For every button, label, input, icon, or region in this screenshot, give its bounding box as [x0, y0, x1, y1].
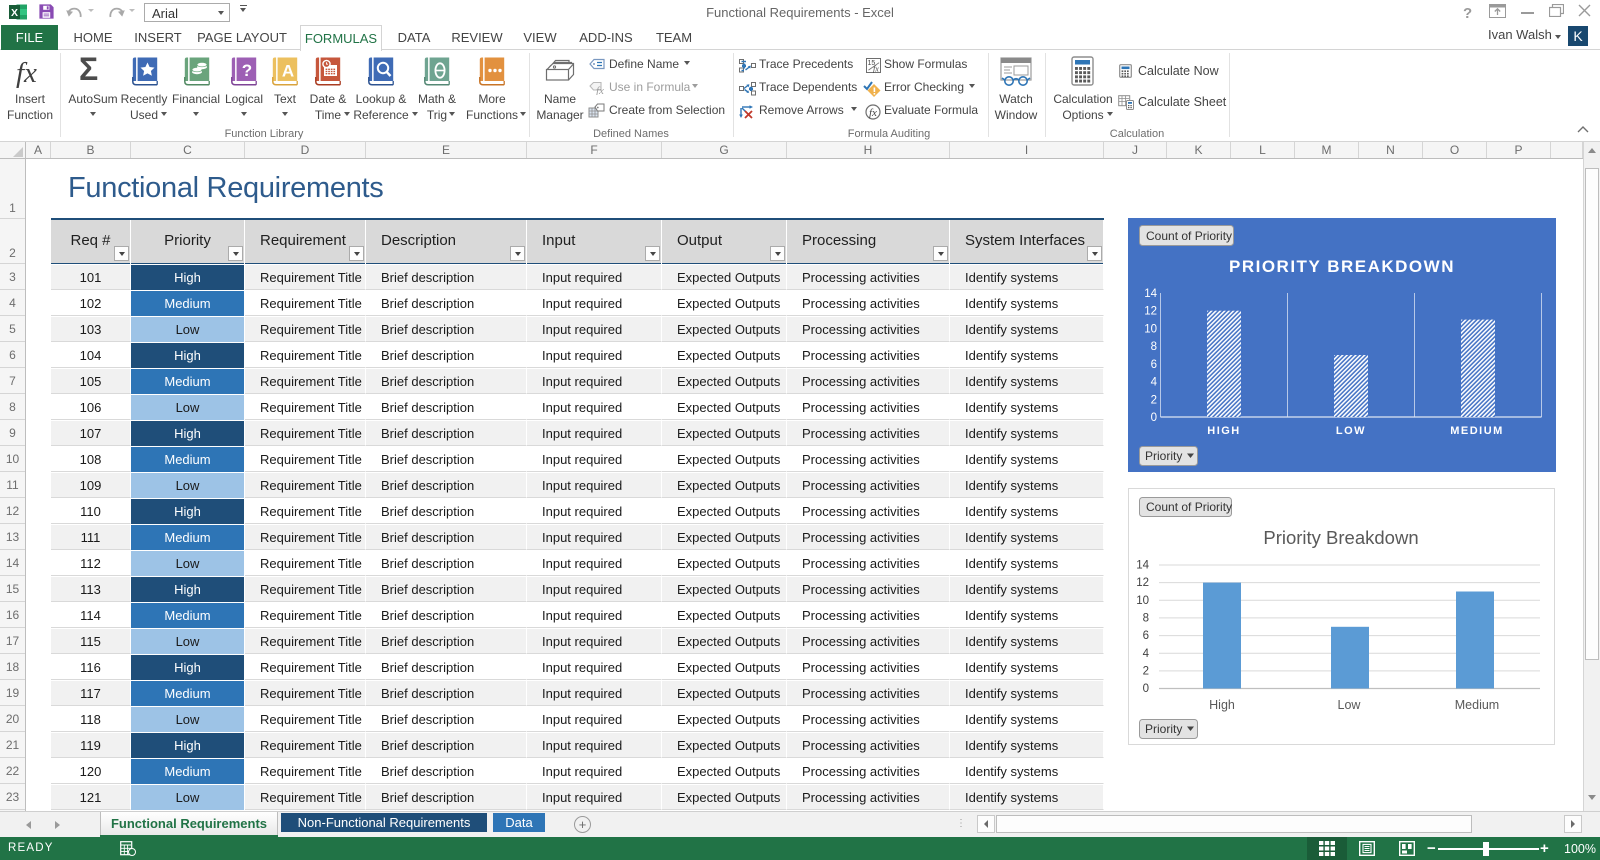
svg-text:LOW: LOW	[1336, 425, 1366, 437]
svg-text:Low: Low	[1338, 698, 1362, 712]
svg-text:8: 8	[1143, 613, 1149, 625]
svg-text:fx: fx	[596, 85, 604, 95]
svg-text:12: 12	[1144, 306, 1157, 318]
svg-text:?: ?	[242, 61, 252, 80]
svg-text:Priority Breakdown: Priority Breakdown	[1263, 527, 1418, 548]
svg-text:HIGH: HIGH	[1207, 425, 1241, 437]
svg-text:MEDIUM: MEDIUM	[1450, 425, 1504, 437]
svg-text:PRIORITY BREAKDOWN: PRIORITY BREAKDOWN	[1229, 257, 1455, 276]
svg-text:Medium: Medium	[1455, 698, 1499, 712]
svg-text:High: High	[1209, 698, 1235, 712]
svg-text:0: 0	[1143, 683, 1149, 695]
svg-text:Count of Priority: Count of Priority	[1146, 229, 1232, 243]
svg-text:fx: fx	[873, 65, 879, 74]
svg-text:2: 2	[1151, 394, 1157, 406]
svg-text:Priority: Priority	[1145, 449, 1182, 463]
svg-text:6: 6	[1151, 359, 1157, 371]
svg-text:12: 12	[1136, 577, 1149, 589]
svg-text:0: 0	[1151, 412, 1157, 424]
svg-text:fx: fx	[869, 107, 877, 119]
svg-text:Priority: Priority	[1145, 722, 1182, 736]
svg-text:2: 2	[1143, 665, 1149, 677]
svg-text:A: A	[282, 62, 294, 81]
svg-text:8: 8	[1151, 341, 1157, 353]
svg-text:4: 4	[1151, 377, 1158, 389]
svg-text:10: 10	[1144, 323, 1157, 335]
svg-text:4: 4	[1143, 648, 1150, 660]
svg-text:14: 14	[1136, 560, 1149, 572]
svg-text:10: 10	[1136, 595, 1149, 607]
svg-text:6: 6	[1143, 630, 1149, 642]
svg-text:14: 14	[1144, 288, 1157, 300]
svg-text:Count of Priority: Count of Priority	[1146, 500, 1232, 514]
